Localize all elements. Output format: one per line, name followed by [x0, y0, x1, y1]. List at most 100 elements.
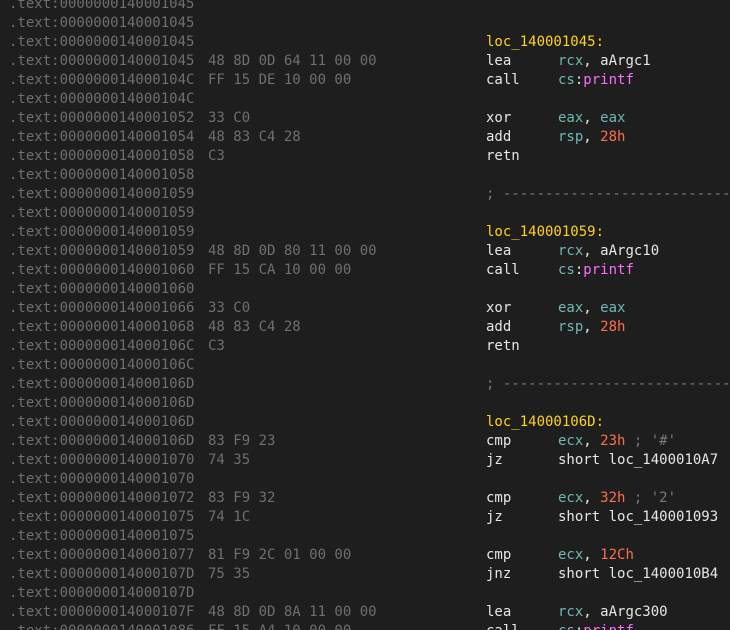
operand[interactable]: rcx: [558, 53, 583, 69]
operand[interactable]: 28h: [600, 129, 625, 145]
address[interactable]: .text:000000014000107F: [9, 603, 194, 622]
operand[interactable]: ecx: [558, 433, 583, 449]
operand[interactable]: aArgc10: [600, 243, 659, 259]
operand[interactable]: loc_140001093: [609, 509, 719, 525]
disasm-line[interactable]: .text:000000014000106C C3 retn: [0, 337, 730, 356]
address[interactable]: .text:0000000140001059: [9, 185, 194, 204]
address[interactable]: .text:0000000140001066: [9, 299, 194, 318]
mnemonic[interactable]: call: [486, 71, 520, 90]
address[interactable]: .text:0000000140001054: [9, 128, 194, 147]
mnemonic[interactable]: lea: [486, 242, 511, 261]
disasm-line[interactable]: .text:0000000140001060 FF 15 CA 10 00 00 c…: [0, 261, 730, 280]
disasm-line[interactable]: .text:000000014000104C FF 15 DE 10 00 00 c…: [0, 71, 730, 90]
operand[interactable]: loc_1400010A7: [609, 452, 719, 468]
disasm-line[interactable]: .text:0000000140001086 FF 15 A4 10 00 00 c…: [0, 622, 730, 630]
code-label[interactable]: loc_140001045:: [486, 33, 604, 52]
mnemonic[interactable]: cmp: [486, 546, 511, 565]
operand[interactable]: rsp: [558, 129, 583, 145]
disassembly-view[interactable]: .text:0000000140001045 .text:000000014000…: [0, 0, 730, 630]
address[interactable]: .text:0000000140001077: [9, 546, 194, 565]
disasm-line[interactable]: .text:0000000140001058: [0, 166, 730, 185]
address[interactable]: .text:000000014000107D: [9, 584, 194, 603]
code-label[interactable]: loc_14000106D:: [486, 413, 604, 432]
disasm-line[interactable]: .text:000000014000107F 48 8D 0D 8A 11 00 …: [0, 603, 730, 622]
disasm-line[interactable]: .text:0000000140001059 48 8D 0D 80 11 00 …: [0, 242, 730, 261]
operand[interactable]: eax: [558, 300, 583, 316]
operand[interactable]: eax: [600, 300, 625, 316]
disasm-line[interactable]: .text:0000000140001068 48 83 C4 28 add rsp,…: [0, 318, 730, 337]
address[interactable]: .text:0000000140001075: [9, 508, 194, 527]
mnemonic[interactable]: xor: [486, 109, 511, 128]
address[interactable]: .text:000000014000106C: [9, 337, 194, 356]
mnemonic[interactable]: lea: [486, 52, 511, 71]
operand[interactable]: aArgc300: [600, 604, 667, 620]
disasm-line[interactable]: .text:000000014000106C: [0, 356, 730, 375]
address[interactable]: .text:000000014000106C: [9, 356, 194, 375]
operand[interactable]: ecx: [558, 490, 583, 506]
address[interactable]: .text:000000014000107D: [9, 565, 194, 584]
disasm-line[interactable]: .text:0000000140001052 33 C0 xor eax, eax: [0, 109, 730, 128]
mnemonic[interactable]: cmp: [486, 432, 511, 451]
disasm-line[interactable]: .text:0000000140001058 C3 retn: [0, 147, 730, 166]
operand[interactable]: ecx: [558, 547, 583, 563]
operand[interactable]: cs: [558, 623, 575, 630]
operand[interactable]: loc_1400010B4: [609, 566, 719, 582]
disasm-line[interactable]: .text:000000014000106D: [0, 394, 730, 413]
disasm-line[interactable]: .text:000000014000104C: [0, 90, 730, 109]
disasm-line[interactable]: .text:0000000140001075: [0, 527, 730, 546]
mnemonic[interactable]: lea: [486, 603, 511, 622]
operand[interactable]: 12Ch: [600, 547, 634, 563]
address[interactable]: .text:0000000140001068: [9, 318, 194, 337]
mnemonic[interactable]: jz: [486, 508, 503, 527]
address[interactable]: .text:000000014000104C: [9, 71, 194, 90]
disasm-line[interactable]: .text:0000000140001045 48 8D 0D 64 11 00 …: [0, 52, 730, 71]
address[interactable]: .text:0000000140001075: [9, 527, 194, 546]
operand[interactable]: printf: [583, 72, 634, 88]
mnemonic[interactable]: jnz: [486, 565, 511, 584]
operand[interactable]: eax: [600, 110, 625, 126]
disasm-line[interactable]: .text:0000000140001077 81 F9 2C 01 00 00 c…: [0, 546, 730, 565]
disasm-line[interactable]: .text:000000014000106D ; ----------------…: [0, 375, 730, 394]
address[interactable]: .text:000000014000106D: [9, 394, 194, 413]
mnemonic[interactable]: cmp: [486, 489, 511, 508]
disasm-line[interactable]: .text:0000000140001045 loc_140001045:: [0, 33, 730, 52]
disasm-line[interactable]: .text:0000000140001070 74 35 jz short loc_1…: [0, 451, 730, 470]
operand[interactable]: printf: [583, 262, 634, 278]
address[interactable]: .text:0000000140001072: [9, 489, 194, 508]
mnemonic[interactable]: retn: [486, 147, 520, 166]
operand[interactable]: 23h: [600, 433, 625, 449]
address[interactable]: .text:0000000140001045: [9, 14, 194, 33]
address[interactable]: .text:0000000140001059: [9, 223, 194, 242]
operand[interactable]: cs: [558, 72, 575, 88]
disasm-line[interactable]: .text:0000000140001072 83 F9 32 cmp ecx, 32…: [0, 489, 730, 508]
operand[interactable]: cs: [558, 262, 575, 278]
disasm-line[interactable]: .text:000000014000107D 75 35 jnz short loc_…: [0, 565, 730, 584]
address[interactable]: .text:0000000140001086: [9, 622, 194, 630]
mnemonic[interactable]: add: [486, 318, 511, 337]
operand[interactable]: printf: [583, 623, 634, 630]
operand[interactable]: rcx: [558, 243, 583, 259]
disasm-line[interactable]: .text:000000014000107D: [0, 584, 730, 603]
address[interactable]: .text:0000000140001058: [9, 147, 194, 166]
operand[interactable]: 32h: [600, 490, 625, 506]
operand[interactable]: aArgc1: [600, 53, 651, 69]
mnemonic[interactable]: retn: [486, 337, 520, 356]
operand[interactable]: short: [558, 452, 600, 468]
disasm-line[interactable]: .text:0000000140001066 33 C0 xor eax, eax: [0, 299, 730, 318]
disasm-line[interactable]: .text:0000000140001059 loc_140001059:: [0, 223, 730, 242]
code-label[interactable]: loc_140001059:: [486, 223, 604, 242]
address[interactable]: .text:000000014000106D: [9, 375, 194, 394]
address[interactable]: .text:0000000140001070: [9, 451, 194, 470]
address[interactable]: .text:0000000140001059: [9, 242, 194, 261]
address[interactable]: .text:0000000140001045: [9, 0, 194, 14]
mnemonic[interactable]: xor: [486, 299, 511, 318]
address[interactable]: .text:000000014000106D: [9, 413, 194, 432]
mnemonic[interactable]: add: [486, 128, 511, 147]
operand[interactable]: short: [558, 566, 600, 582]
disasm-line[interactable]: .text:0000000140001045: [0, 0, 730, 14]
address[interactable]: .text:0000000140001070: [9, 470, 194, 489]
disasm-line[interactable]: .text:0000000140001054 48 83 C4 28 add rsp,…: [0, 128, 730, 147]
operand[interactable]: 28h: [600, 319, 625, 335]
mnemonic[interactable]: call: [486, 261, 520, 280]
disasm-line[interactable]: .text:000000014000106D 83 F9 23 cmp ecx, 23…: [0, 432, 730, 451]
